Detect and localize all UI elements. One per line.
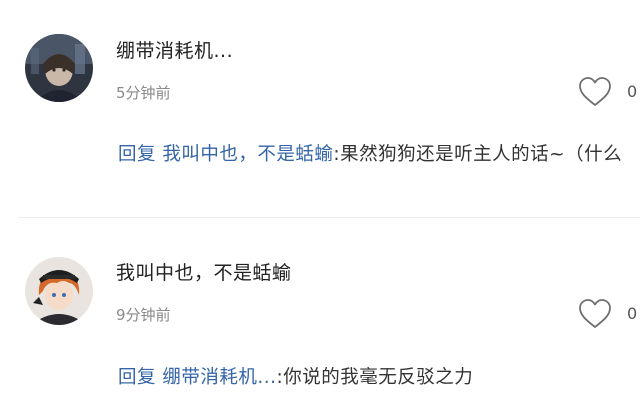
comment-list: 绷带消耗机... 5分钟前 0 回复 我叫中也，不是蛞蝓:果然狗狗还是听主人的话… — [0, 0, 640, 409]
avatar[interactable] — [25, 257, 93, 325]
like-count: 0 — [627, 82, 638, 101]
like-count: 0 — [627, 304, 638, 323]
heart-outline-icon — [579, 77, 611, 106]
comment-time: 9分钟前 — [116, 306, 171, 324]
like-button[interactable] — [578, 298, 612, 330]
like-button[interactable] — [578, 76, 612, 108]
avatar[interactable] — [25, 34, 93, 102]
reply-target-user[interactable]: 我叫中也，不是蛞蝓 — [162, 144, 333, 165]
reply-text: :你说的我毫无反驳之力 — [276, 367, 474, 388]
comment-username[interactable]: 绷带消耗机... — [116, 36, 233, 63]
reply-text: :果然狗狗还是听主人的话~（什么 — [333, 144, 623, 165]
reply-target-user[interactable]: 绷带消耗机... — [162, 367, 276, 388]
comment-time: 5分钟前 — [116, 84, 171, 102]
reply-line: 回复 绷带消耗机...:你说的我毫无反驳之力 — [118, 364, 638, 392]
orange-hair-anime-avatar-icon — [25, 257, 93, 325]
reply-prefix: 回复 — [118, 144, 163, 165]
dark-anime-avatar-icon — [25, 34, 93, 102]
reply-prefix: 回复 — [118, 367, 163, 388]
reply-line: 回复 我叫中也，不是蛞蝓:果然狗狗还是听主人的话~（什么 — [118, 141, 638, 169]
heart-outline-icon — [579, 299, 611, 328]
divider — [18, 217, 640, 218]
comment-username[interactable]: 我叫中也，不是蛞蝓 — [116, 258, 292, 285]
